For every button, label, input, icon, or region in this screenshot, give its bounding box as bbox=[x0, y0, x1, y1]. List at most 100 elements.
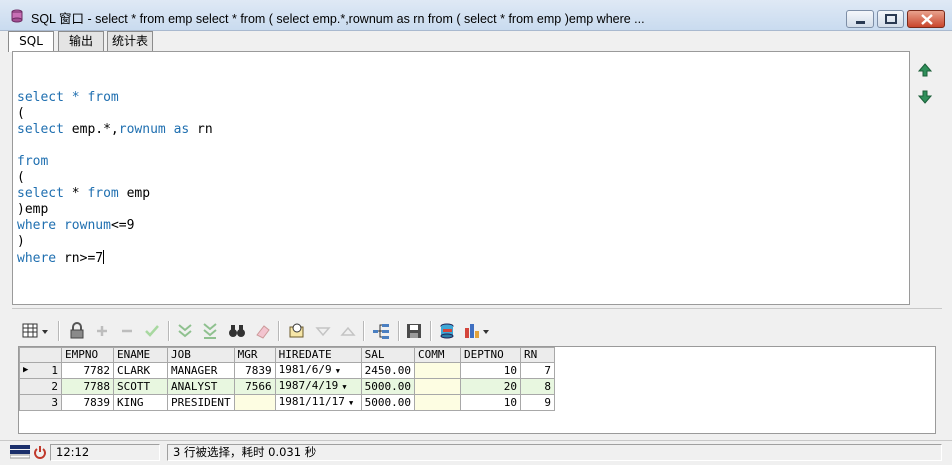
cell-job[interactable]: ANALYST bbox=[167, 378, 235, 395]
cell-rn[interactable]: 9 bbox=[519, 394, 555, 411]
cell-comm[interactable] bbox=[413, 362, 461, 379]
tab-sql[interactable]: SQL bbox=[8, 31, 54, 52]
toolbar-separator bbox=[398, 321, 400, 341]
cell-mgr[interactable]: 7839 bbox=[233, 362, 276, 379]
cell-empno[interactable]: 7782 bbox=[61, 362, 114, 379]
cell-mgr[interactable] bbox=[233, 394, 276, 411]
dropdown-arrow-icon[interactable]: ▼ bbox=[338, 383, 346, 391]
status-bar: 12:12 3 行被选择，耗时 0.031 秒 bbox=[0, 440, 952, 465]
column-header-ename[interactable]: ENAME bbox=[113, 347, 168, 363]
cell-hiredate[interactable]: 1981/11/17 ▼ bbox=[274, 394, 362, 411]
single-record-view-button[interactable] bbox=[372, 322, 390, 340]
cell-deptno[interactable]: 10 bbox=[459, 362, 521, 379]
post-changes-button[interactable] bbox=[143, 322, 161, 340]
power-icon[interactable] bbox=[34, 445, 46, 459]
code-line: where rownum<=9 bbox=[17, 218, 135, 233]
lock-button[interactable] bbox=[68, 322, 86, 340]
save-results-button[interactable] bbox=[405, 322, 423, 340]
toolbar-separator bbox=[58, 321, 60, 341]
insert-record-button[interactable] bbox=[93, 322, 111, 340]
result-grid[interactable]: EMPNO ENAME JOB MGR HIREDATE SAL COMM DE… bbox=[18, 346, 936, 434]
find-button[interactable] bbox=[228, 322, 246, 340]
query-by-example-button[interactable] bbox=[288, 322, 306, 340]
row-header-cell[interactable]: 2 bbox=[19, 378, 62, 395]
close-icon bbox=[921, 14, 933, 25]
clear-button[interactable] bbox=[254, 322, 272, 340]
grid-icon bbox=[22, 323, 48, 338]
cell-hiredate[interactable]: 1981/6/9 ▼ bbox=[274, 362, 362, 379]
maximize-button[interactable] bbox=[877, 10, 904, 28]
checkmark-icon bbox=[145, 325, 159, 337]
sql-editor[interactable]: select * from ( select emp.*,rownum as r… bbox=[12, 51, 910, 305]
record-tree-icon bbox=[373, 324, 389, 339]
previous-page-button[interactable] bbox=[339, 322, 357, 340]
row-header-cell[interactable]: ▶ 1 bbox=[19, 362, 62, 379]
minimize-button[interactable] bbox=[846, 10, 874, 28]
column-header-job[interactable]: JOB bbox=[167, 347, 235, 363]
row-header-cell[interactable]: 3 bbox=[19, 394, 62, 411]
column-header-hiredate[interactable]: HIREDATE bbox=[274, 347, 362, 363]
dropdown-arrow-icon[interactable]: ▼ bbox=[345, 399, 353, 407]
table-row[interactable]: 2 7788 SCOTT ANALYST 7566 1987/4/19 ▼ 5000.00 2… bbox=[19, 378, 555, 395]
code-line: from bbox=[17, 154, 49, 169]
binoculars-icon bbox=[229, 325, 245, 337]
cell-empno[interactable]: 7788 bbox=[61, 378, 114, 395]
dropdown-arrow-icon[interactable]: ▼ bbox=[332, 367, 340, 375]
toolbar-separator bbox=[168, 321, 170, 341]
column-header-mgr[interactable]: MGR bbox=[233, 347, 276, 363]
cell-ename[interactable]: KING bbox=[113, 394, 168, 411]
sql-code[interactable]: select * from ( select emp.*,rownum as r… bbox=[17, 74, 213, 267]
delete-record-button[interactable] bbox=[118, 322, 136, 340]
cell-deptno[interactable]: 10 bbox=[459, 394, 521, 411]
column-header-empno[interactable]: EMPNO bbox=[61, 347, 114, 363]
cell-rn[interactable]: 7 bbox=[519, 362, 555, 379]
status-message: 3 行被选择，耗时 0.031 秒 bbox=[167, 444, 942, 461]
cell-rn[interactable]: 8 bbox=[519, 378, 555, 395]
grid-menu-button[interactable] bbox=[22, 322, 52, 340]
toolbar-separator bbox=[430, 321, 432, 341]
table-row[interactable]: ▶ 1 7782 CLARK MANAGER 7839 1981/6/9 ▼ 2450.00 1… bbox=[19, 362, 555, 379]
floppy-disk-icon bbox=[407, 324, 421, 338]
cell-job[interactable]: MANAGER bbox=[167, 362, 235, 379]
corner-cell[interactable] bbox=[19, 347, 62, 363]
cell-job[interactable]: PRESIDENT bbox=[167, 394, 235, 411]
cell-sal[interactable]: 2450.00 bbox=[360, 362, 415, 379]
cell-comm[interactable] bbox=[413, 394, 461, 411]
minus-icon bbox=[122, 329, 132, 333]
column-header-deptno[interactable]: DEPTNO bbox=[459, 347, 521, 363]
plus-icon bbox=[97, 326, 107, 336]
tab-output[interactable]: 输出 bbox=[58, 31, 104, 51]
cell-empno[interactable]: 7839 bbox=[61, 394, 114, 411]
cell-ename[interactable]: CLARK bbox=[113, 362, 168, 379]
next-page-button[interactable] bbox=[314, 322, 332, 340]
cell-deptno[interactable]: 20 bbox=[459, 378, 521, 395]
connection-flag-icon bbox=[10, 445, 30, 459]
cursor-position: 12:12 bbox=[50, 444, 160, 461]
export-button[interactable] bbox=[438, 322, 456, 340]
minimize-icon bbox=[856, 21, 865, 24]
cell-sal[interactable]: 5000.00 bbox=[360, 394, 415, 411]
close-button[interactable] bbox=[907, 10, 945, 28]
fetch-last-button[interactable] bbox=[201, 322, 219, 340]
tab-statistics[interactable]: 统计表 bbox=[107, 31, 153, 51]
fetch-next-button[interactable] bbox=[176, 322, 194, 340]
query-icon bbox=[289, 323, 304, 338]
table-row[interactable]: 3 7839 KING PRESIDENT 1981/11/17 ▼ 5000.00 10 9 bbox=[19, 394, 555, 411]
header-row: EMPNO ENAME JOB MGR HIREDATE SAL COMM DE… bbox=[19, 347, 555, 363]
cell-ename[interactable]: SCOTT bbox=[113, 378, 168, 395]
column-header-sal[interactable]: SAL bbox=[360, 347, 415, 363]
arrow-down-icon[interactable] bbox=[918, 90, 932, 104]
cell-comm[interactable] bbox=[413, 378, 461, 395]
cell-mgr[interactable]: 7566 bbox=[233, 378, 276, 395]
column-header-comm[interactable]: COMM bbox=[413, 347, 461, 363]
pane-splitter[interactable] bbox=[12, 308, 942, 315]
cell-sal[interactable]: 5000.00 bbox=[360, 378, 415, 395]
triangle-up-icon bbox=[340, 326, 356, 336]
cell-hiredate[interactable]: 1987/4/19 ▼ bbox=[274, 378, 362, 395]
column-header-rn[interactable]: RN bbox=[519, 347, 555, 363]
code-line: ) bbox=[17, 234, 25, 249]
eraser-icon bbox=[256, 325, 270, 339]
chart-menu-button[interactable] bbox=[464, 322, 494, 340]
bar-chart-icon bbox=[465, 324, 489, 338]
arrow-up-icon[interactable] bbox=[918, 63, 932, 77]
